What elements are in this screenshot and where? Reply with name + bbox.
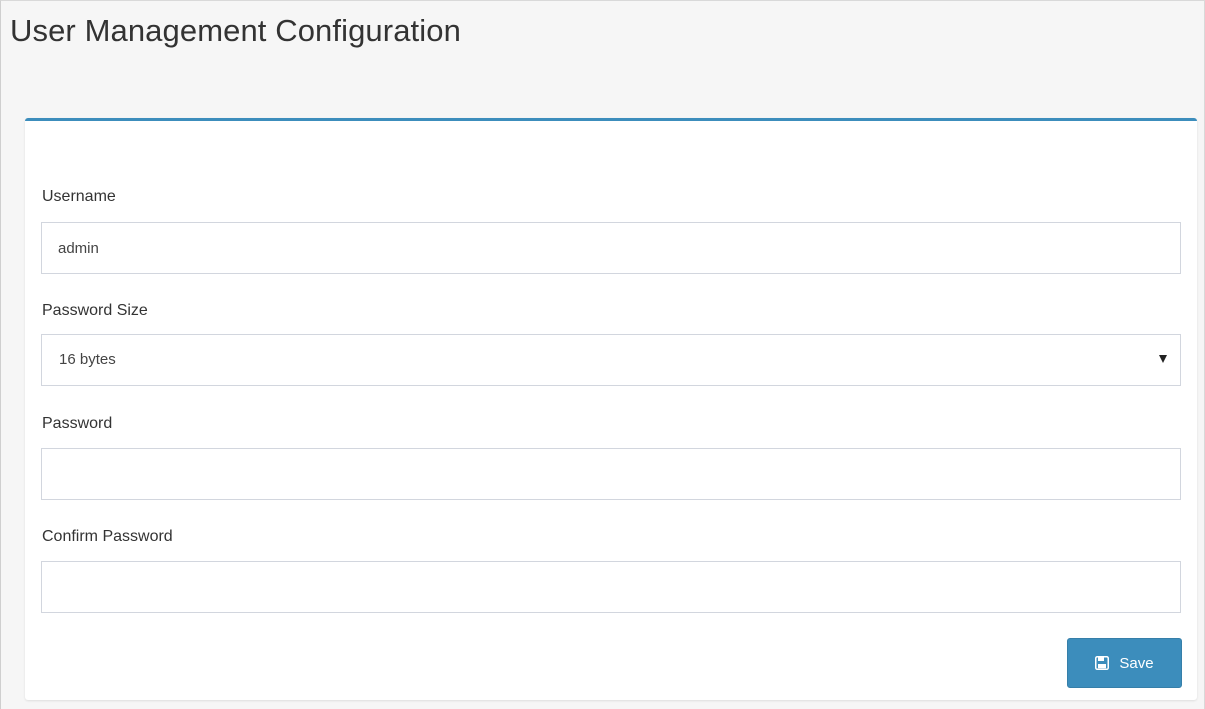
dropdown-arrow-icon	[1159, 355, 1167, 363]
save-button-label: Save	[1119, 654, 1154, 672]
user-management-form-panel: Username Password Size 16 bytes Password…	[25, 118, 1197, 700]
page: User Management Configuration Username P…	[0, 0, 1205, 709]
username-input[interactable]	[41, 222, 1181, 274]
password-size-selected-value: 16 bytes	[59, 351, 116, 368]
confirm-password-label: Confirm Password	[42, 528, 173, 545]
password-label: Password	[42, 415, 113, 432]
username-label: Username	[42, 188, 116, 205]
save-button[interactable]: Save	[1067, 638, 1182, 688]
floppy-disk-icon	[1095, 656, 1110, 670]
password-size-select[interactable]: 16 bytes	[41, 334, 1181, 386]
confirm-password-input[interactable]	[41, 561, 1181, 613]
page-title: User Management Configuration	[10, 13, 461, 48]
password-size-label: Password Size	[42, 302, 148, 319]
password-input[interactable]	[41, 448, 1181, 500]
